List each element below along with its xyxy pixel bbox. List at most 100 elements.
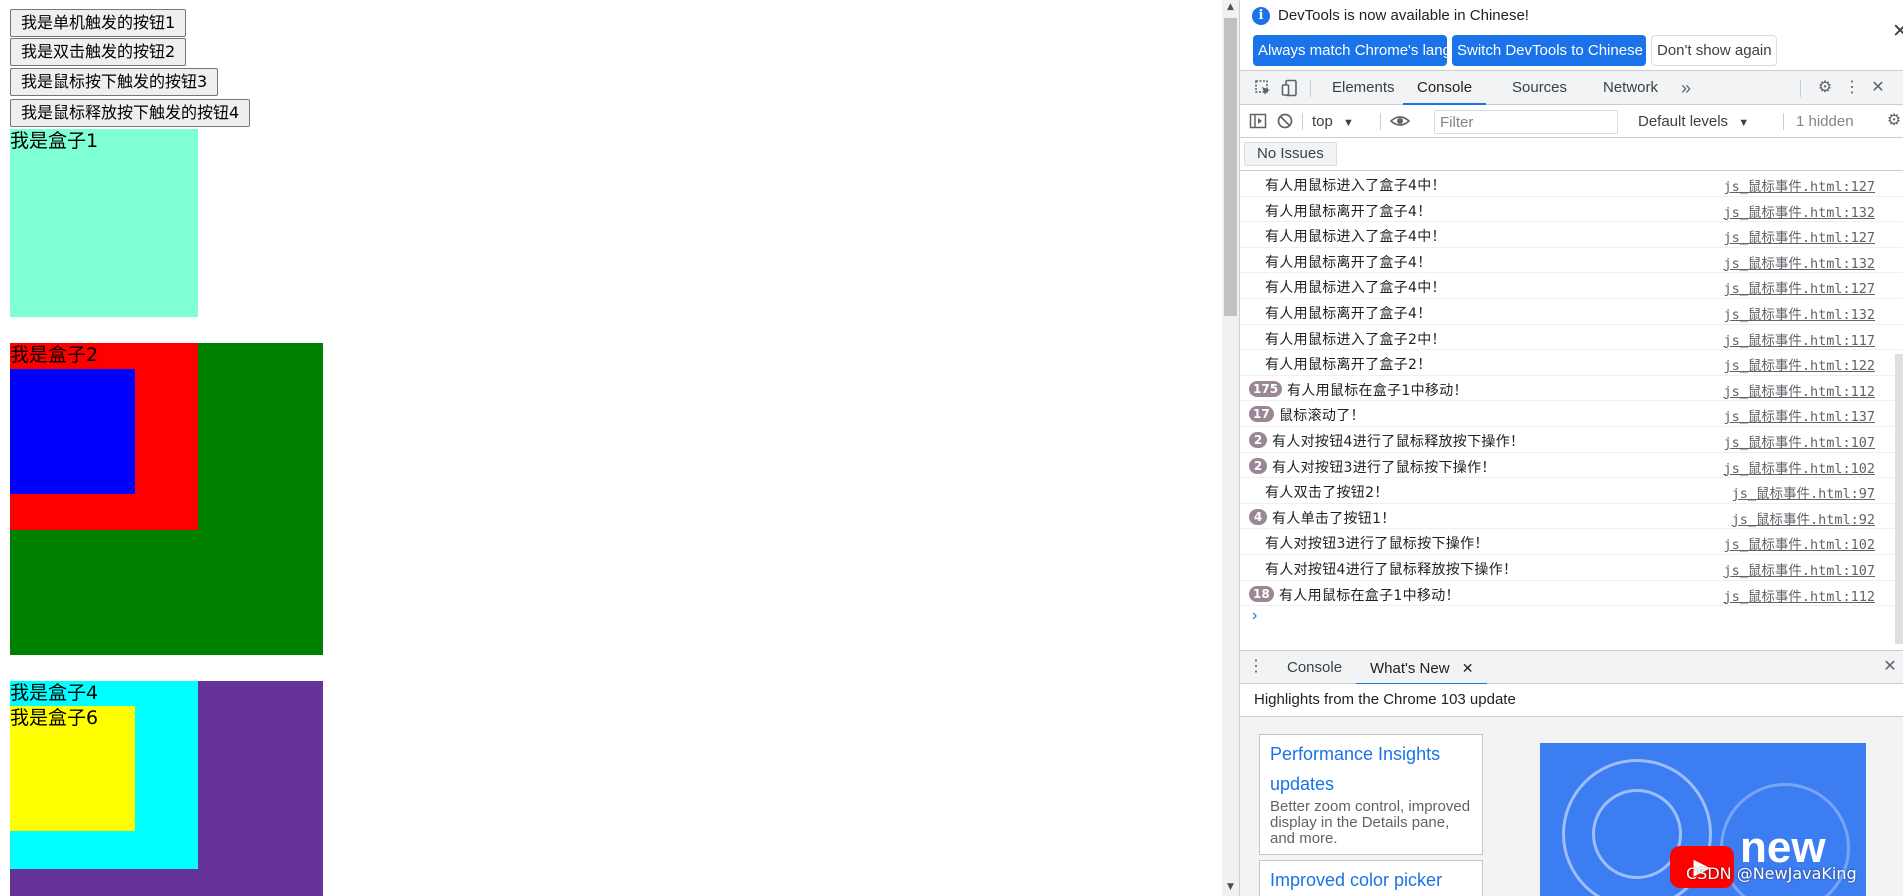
console-message-row: 17 鼠标滚动了！ js_鼠标事件.html:137 xyxy=(1240,401,1903,427)
more-options-icon[interactable]: ⋮ xyxy=(1842,79,1862,97)
console-messages: 有人用鼠标进入了盒子4中！ js_鼠标事件.html:127 有人用鼠标离开了盒子4… xyxy=(1240,171,1903,607)
console-message-text: 有人对按钮3进行了鼠标按下操作！ xyxy=(1272,459,1496,476)
toolbar-separator xyxy=(1800,80,1801,97)
tab-elements[interactable]: Elements xyxy=(1330,71,1397,105)
console-message-row: 有人用鼠标进入了盒子4中！ js_鼠标事件.html:127 xyxy=(1240,222,1903,248)
card-title[interactable]: Performance Insights updates xyxy=(1270,739,1472,799)
console-source-link[interactable]: js_鼠标事件.html:127 xyxy=(1723,175,1875,195)
console-source-link[interactable]: js_鼠标事件.html:132 xyxy=(1723,252,1875,272)
drawer-tabbar: ⋮ Console What's New ✕ ✕ xyxy=(1240,650,1903,685)
dropdown-triangle-icon: ▼ xyxy=(1343,117,1354,129)
tab-console[interactable]: Console xyxy=(1402,71,1487,105)
console-source-link[interactable]: js_鼠标事件.html:97 xyxy=(1732,482,1875,502)
console-message-text: 有人用鼠标离开了盒子4！ xyxy=(1265,254,1432,271)
console-message-text: 鼠标滚动了！ xyxy=(1279,408,1365,425)
toolbar-separator xyxy=(1380,113,1381,130)
console-message-row: 4 有人单击了按钮1！ js_鼠标事件.html:92 xyxy=(1240,504,1903,530)
scroll-up-arrow-icon[interactable]: ▲ xyxy=(1226,2,1235,12)
inspect-element-icon[interactable] xyxy=(1253,79,1273,97)
box-2-outer[interactable]: 我是盒子2 xyxy=(10,343,323,655)
console-source-link[interactable]: js_鼠标事件.html:102 xyxy=(1723,457,1875,477)
button-4-mouse-up[interactable]: 我是鼠标释放按下触发的按钮4 xyxy=(10,99,251,127)
console-source-link[interactable]: js_鼠标事件.html:122 xyxy=(1723,354,1875,374)
console-message-text: 有人对按钮4进行了鼠标释放按下操作！ xyxy=(1272,433,1525,450)
repeat-count-badge: 18 xyxy=(1249,585,1274,602)
drawer-tab-whats-new[interactable]: What's New ✕ xyxy=(1355,651,1488,685)
tab-network[interactable]: Network xyxy=(1601,71,1660,105)
sidebar-toggle-icon[interactable] xyxy=(1248,112,1268,130)
console-source-link[interactable]: js_鼠标事件.html:92 xyxy=(1732,508,1875,528)
settings-gear-icon[interactable]: ⚙ xyxy=(1815,79,1835,97)
console-source-link[interactable]: js_鼠标事件.html:127 xyxy=(1723,277,1875,297)
console-source-link[interactable]: js_鼠标事件.html:112 xyxy=(1723,585,1875,605)
context-selector[interactable]: top ▼ xyxy=(1312,113,1354,130)
console-settings-gear-icon[interactable]: ⚙ xyxy=(1884,112,1903,130)
context-label: top xyxy=(1312,113,1333,130)
clear-console-icon[interactable] xyxy=(1275,112,1295,130)
console-message-text: 有人用鼠标离开了盒子4！ xyxy=(1265,203,1432,220)
device-toolbar-icon[interactable] xyxy=(1280,79,1300,97)
log-levels-dropdown[interactable]: Default levels ▼ xyxy=(1638,113,1749,130)
repeat-count-badge: 17 xyxy=(1249,406,1274,423)
scrollbar-thumb[interactable] xyxy=(1224,18,1237,316)
console-message-row: 有人用鼠标进入了盒子2中！ js_鼠标事件.html:117 xyxy=(1240,325,1903,351)
close-tab-icon[interactable]: ✕ xyxy=(1462,660,1474,676)
toolbar-separator xyxy=(1302,113,1303,130)
console-message-row: 有人用鼠标离开了盒子2！ js_鼠标事件.html:122 xyxy=(1240,350,1903,376)
console-scrollbar[interactable] xyxy=(1895,354,1903,644)
button-2-double-click[interactable]: 我是双击触发的按钮2 xyxy=(10,38,187,66)
live-expression-eye-icon[interactable] xyxy=(1389,112,1411,130)
console-prompt-chevron-icon[interactable]: › xyxy=(1252,607,1257,625)
box-4-outer[interactable]: 我是盒子4 我是盒子6 xyxy=(10,681,323,896)
console-source-link[interactable]: js_鼠标事件.html:132 xyxy=(1723,303,1875,323)
console-message-row: 有人用鼠标离开了盒子4！ js_鼠标事件.html:132 xyxy=(1240,299,1903,325)
console-source-link[interactable]: js_鼠标事件.html:112 xyxy=(1723,380,1875,400)
console-source-link[interactable]: js_鼠标事件.html:132 xyxy=(1723,201,1875,221)
console-source-link[interactable]: js_鼠标事件.html:117 xyxy=(1723,329,1875,349)
console-message-row: 2 有人对按钮4进行了鼠标释放按下操作！ js_鼠标事件.html:107 xyxy=(1240,427,1903,453)
button-3-mouse-down[interactable]: 我是鼠标按下触发的按钮3 xyxy=(10,68,219,96)
no-issues-button[interactable]: No Issues xyxy=(1244,142,1337,166)
console-source-link[interactable]: js_鼠标事件.html:127 xyxy=(1723,226,1875,246)
box-2-label: 我是盒子2 xyxy=(10,344,99,366)
console-message-text: 有人单击了按钮1！ xyxy=(1272,510,1396,527)
console-toolbar: top ▼ Default levels ▼ 1 hidden ⚙ xyxy=(1240,106,1903,138)
drawer-menu-icon[interactable]: ⋮ xyxy=(1246,658,1266,676)
whats-new-card[interactable]: Performance Insights updates Better zoom… xyxy=(1259,734,1483,855)
watermark: CSDN @NewJavaKing xyxy=(1686,864,1857,883)
close-drawer-icon[interactable]: ✕ xyxy=(1880,658,1900,676)
console-message-text: 有人用鼠标进入了盒子4中！ xyxy=(1265,229,1446,246)
devtools-main-toolbar: Elements Console Sources Network » ⚙ ⋮ ✕ xyxy=(1240,70,1903,105)
button-1-single-click[interactable]: 我是单机触发的按钮1 xyxy=(10,9,187,37)
console-message-text: 有人用鼠标在盒子1中移动！ xyxy=(1287,382,1468,399)
scroll-down-arrow-icon[interactable]: ▼ xyxy=(1226,882,1235,892)
console-source-link[interactable]: js_鼠标事件.html:102 xyxy=(1723,533,1875,553)
console-source-link[interactable]: js_鼠标事件.html:107 xyxy=(1723,431,1875,451)
close-devtools-icon[interactable]: ✕ xyxy=(1868,79,1888,97)
drawer-tab-console[interactable]: Console xyxy=(1285,651,1344,685)
dont-show-again-button[interactable]: Don't show again xyxy=(1651,35,1777,66)
repeat-count-badge: 4 xyxy=(1249,508,1267,525)
console-filter-input[interactable] xyxy=(1434,110,1618,134)
console-message-text: 有人对按钮3进行了鼠标按下操作！ xyxy=(1265,536,1489,553)
close-icon[interactable]: ✕ xyxy=(1892,20,1903,43)
box-1[interactable]: 我是盒子1 xyxy=(10,129,198,317)
repeat-count-badge: 2 xyxy=(1249,431,1267,448)
console-source-link[interactable]: js_鼠标事件.html:107 xyxy=(1723,559,1875,579)
switch-to-chinese-button[interactable]: Switch DevTools to Chinese xyxy=(1452,35,1646,66)
card-title[interactable]: Improved color picker xyxy=(1270,865,1472,895)
box-4[interactable]: 我是盒子4 我是盒子6 xyxy=(10,681,198,869)
console-message-row: 有人用鼠标进入了盒子4中！ js_鼠标事件.html:127 xyxy=(1240,273,1903,299)
box-2[interactable]: 我是盒子2 xyxy=(10,343,198,530)
tab-sources[interactable]: Sources xyxy=(1510,71,1569,105)
box-6[interactable]: 我是盒子6 xyxy=(10,706,135,831)
console-message-row: 有人用鼠标进入了盒子4中！ js_鼠标事件.html:127 xyxy=(1240,171,1903,197)
console-message-text: 有人对按钮4进行了鼠标释放按下操作！ xyxy=(1265,561,1518,578)
box-3[interactable] xyxy=(10,369,135,494)
page-scrollbar[interactable]: ▲ ▼ xyxy=(1222,0,1239,896)
console-message-row: 175 有人用鼠标在盒子1中移动！ js_鼠标事件.html:112 xyxy=(1240,376,1903,402)
more-tabs-chevron-icon[interactable]: » xyxy=(1676,79,1696,97)
whats-new-card[interactable]: Improved color picker xyxy=(1259,860,1483,896)
console-source-link[interactable]: js_鼠标事件.html:137 xyxy=(1723,405,1875,425)
always-match-language-button[interactable]: Always match Chrome's language xyxy=(1253,35,1484,66)
